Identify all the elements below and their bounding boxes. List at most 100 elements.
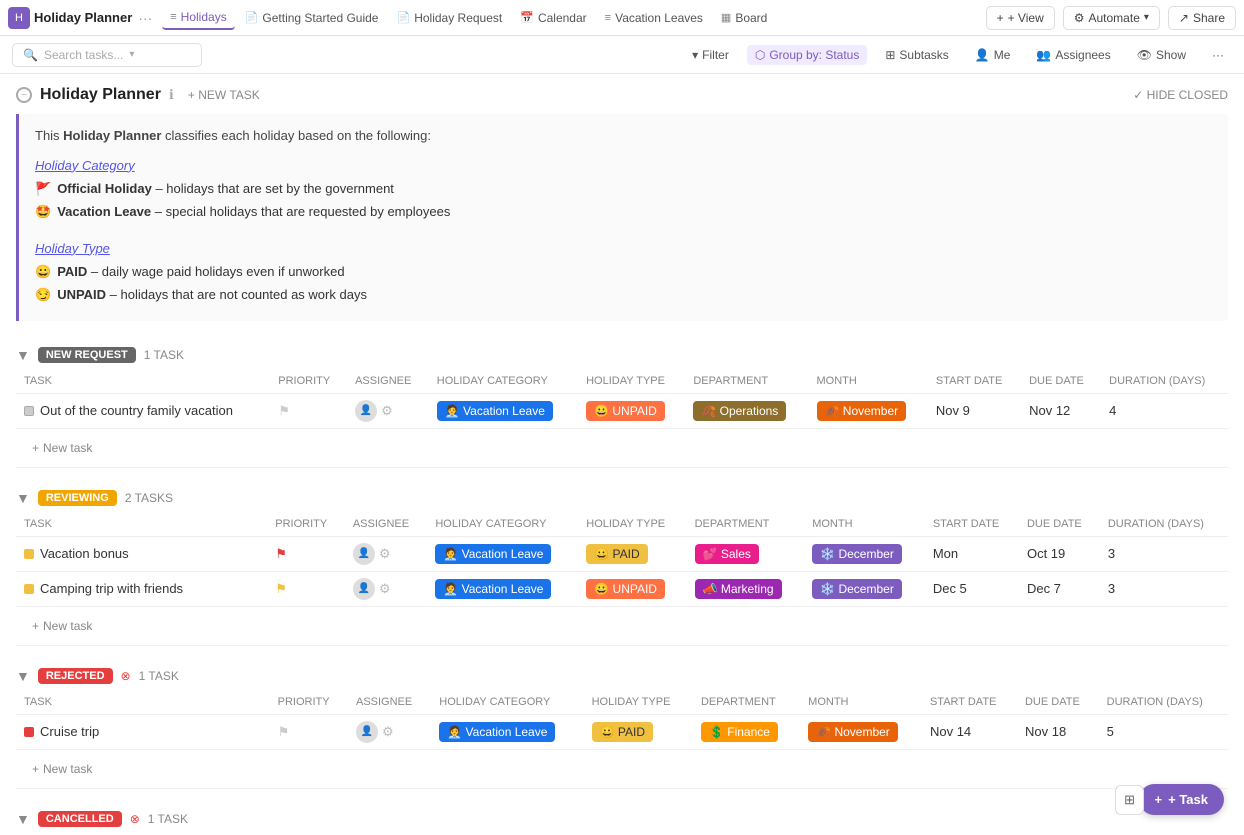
plus-icon: +: [32, 619, 39, 633]
add-task-row[interactable]: + New task: [24, 613, 1220, 639]
app-icon: H: [8, 7, 30, 29]
add-task-fab[interactable]: + + Task: [1139, 784, 1224, 815]
due-date: Oct 19: [1019, 536, 1100, 571]
automate-icon: ⚙: [1074, 11, 1085, 25]
assignee-cell: 👤 ⚙: [355, 400, 421, 422]
holiday-category-pill[interactable]: 🧑‍💼 Vacation Leave: [437, 401, 553, 421]
priority-flag[interactable]: ⚑: [278, 724, 290, 739]
assignee-cell: 👤 ⚙: [353, 543, 420, 565]
department-pill[interactable]: 💲 Finance: [701, 722, 778, 742]
filter-button[interactable]: ▾ Filter: [684, 45, 737, 65]
priority-flag[interactable]: ⚑: [278, 403, 290, 418]
nav-tab-getting-started[interactable]: 📄Getting Started Guide: [237, 7, 387, 29]
plus-icon: +: [32, 441, 39, 455]
add-task-row[interactable]: + New task: [24, 756, 1220, 782]
section-badge-rejected: REJECTED: [38, 668, 113, 684]
section-cancelled: ▼ CANCELLED ⊗ 1 TASK TASK PRIORITY ASSIG…: [16, 805, 1228, 835]
app-title: Holiday Planner: [34, 10, 132, 25]
gear-icon[interactable]: ⚙: [382, 724, 394, 740]
nav-tab-holidays[interactable]: ≡Holidays: [162, 6, 234, 30]
holiday-type-pill[interactable]: 😀 PAID: [586, 544, 647, 564]
priority-flag[interactable]: ⚑: [275, 546, 287, 561]
gear-icon[interactable]: ⚙: [381, 403, 393, 419]
category-section-title: Holiday Category: [35, 158, 1212, 173]
app-menu-dots[interactable]: ···: [138, 10, 152, 26]
section-toggle-rejected[interactable]: ▼: [16, 668, 30, 684]
share-button[interactable]: ↗ Share: [1168, 6, 1236, 30]
nav-tab-calendar[interactable]: 📅Calendar: [512, 7, 594, 29]
new-task-button[interactable]: + NEW TASK: [182, 86, 266, 104]
holiday-category-pill[interactable]: 🧑‍💼 Vacation Leave: [435, 544, 551, 564]
task-count-rejected: 1 TASK: [139, 669, 179, 683]
holiday-category-pill[interactable]: 🧑‍💼 Vacation Leave: [435, 579, 551, 599]
col-start-date: START DATE: [925, 512, 1019, 537]
department-pill[interactable]: 📣 Marketing: [695, 579, 782, 599]
task-count-new-request: 1 TASK: [144, 348, 184, 362]
show-button[interactable]: 👁 Show: [1129, 45, 1194, 65]
more-options-button[interactable]: ···: [1204, 45, 1232, 65]
me-button[interactable]: 👤 Me: [967, 45, 1019, 65]
section-rejected: ▼ REJECTED ⊗ 1 TASK TASK PRIORITY ASSIGN…: [16, 662, 1228, 789]
priority-flag[interactable]: ⚑: [275, 581, 287, 596]
avatar: 👤: [355, 400, 377, 422]
assignee-cell: 👤 ⚙: [356, 721, 423, 743]
table-row[interactable]: Out of the country family vacation ⚑ 👤 ⚙…: [16, 393, 1228, 428]
nav-tab-vacation-leaves[interactable]: ≡Vacation Leaves: [597, 7, 711, 29]
col-holiday-type: HOLIDAY TYPE: [578, 512, 686, 537]
col-priority: PRIORITY: [270, 369, 347, 394]
automate-button[interactable]: ⚙ Automate ▾: [1063, 6, 1160, 30]
filter-icon: ▾: [692, 48, 698, 62]
collapse-toggle[interactable]: −: [16, 87, 32, 103]
col-start-date: START DATE: [922, 690, 1017, 715]
table-row[interactable]: Vacation bonus ⚑ 👤 ⚙ 🧑‍💼 Vacation Leave …: [16, 536, 1228, 571]
department-pill[interactable]: 💕 Sales: [695, 544, 759, 564]
section-badge-cancelled: CANCELLED: [38, 811, 122, 827]
department-pill[interactable]: 🍂 Operations: [693, 401, 786, 421]
search-input[interactable]: 🔍 Search tasks... ▾: [12, 43, 202, 67]
assignees-button[interactable]: 👥 Assignees: [1028, 45, 1118, 65]
section-toggle-new-request[interactable]: ▼: [16, 347, 30, 363]
task-name: Out of the country family vacation: [24, 403, 262, 418]
me-icon: 👤: [975, 48, 990, 62]
grid-view-button[interactable]: ⊞: [1115, 785, 1144, 815]
month-pill[interactable]: ❄️ December: [812, 579, 902, 599]
task-name: Cruise trip: [24, 724, 262, 739]
table-row[interactable]: Cruise trip ⚑ 👤 ⚙ 🧑‍💼 Vacation Leave 😀 P…: [16, 714, 1228, 749]
col-duration: DURATION (DAYS): [1099, 690, 1228, 715]
col-due-date: DUE DATE: [1017, 690, 1099, 715]
group-by-button[interactable]: ⬡ Group by: Status: [747, 45, 868, 65]
view-button[interactable]: + + View: [986, 6, 1055, 30]
holiday-type-pill[interactable]: 😀 UNPAID: [586, 579, 665, 599]
month-pill[interactable]: 🍂 November: [817, 401, 907, 421]
section-new-request: ▼ NEW REQUEST 1 TASK TASK PRIORITY ASSIG…: [16, 341, 1228, 468]
toolbar-right: ▾ Filter ⬡ Group by: Status ⊞ Subtasks 👤…: [684, 45, 1232, 65]
gear-icon[interactable]: ⚙: [379, 546, 391, 562]
nav-tab-board[interactable]: ▦Board: [713, 7, 775, 29]
holiday-type-pill[interactable]: 😀 UNPAID: [586, 401, 665, 421]
hide-closed-button[interactable]: ✓ HIDE CLOSED: [1133, 88, 1228, 102]
table-row[interactable]: Camping trip with friends ⚑ 👤 ⚙ 🧑‍💼 Vaca…: [16, 571, 1228, 606]
section-header-new-request: ▼ NEW REQUEST 1 TASK: [16, 341, 1228, 369]
holiday-category-pill[interactable]: 🧑‍💼 Vacation Leave: [439, 722, 555, 742]
gear-icon[interactable]: ⚙: [379, 581, 391, 597]
info-icon[interactable]: ℹ: [169, 87, 174, 103]
nav-tab-holiday-request[interactable]: 📄Holiday Request: [388, 7, 510, 29]
section-toggle-reviewing[interactable]: ▼: [16, 490, 30, 506]
month-pill[interactable]: ❄️ December: [812, 544, 902, 564]
type-item-paid: 😀 PAID – daily wage paid holidays even i…: [35, 262, 1212, 282]
start-date: Mon: [925, 536, 1019, 571]
section-badge-reviewing: REVIEWING: [38, 490, 117, 506]
section-toggle-cancelled[interactable]: ▼: [16, 811, 30, 827]
subtasks-button[interactable]: ⊞ Subtasks: [877, 45, 956, 65]
month-pill[interactable]: 🍂 November: [808, 722, 898, 742]
nav-right: + + View ⚙ Automate ▾ ↗ Share: [986, 6, 1236, 30]
holiday-type-pill[interactable]: 😀 PAID: [592, 722, 653, 742]
toolbar: 🔍 Search tasks... ▾ ▾ Filter ⬡ Group by:…: [0, 36, 1244, 74]
status-icon-rejected: ⊗: [121, 669, 131, 683]
add-task-row[interactable]: + New task: [24, 435, 1220, 461]
col-priority: PRIORITY: [270, 690, 348, 715]
share-icon: ↗: [1179, 11, 1189, 25]
col-priority: PRIORITY: [267, 512, 345, 537]
start-date: Nov 14: [922, 714, 1017, 749]
plus-icon: +: [997, 11, 1004, 25]
